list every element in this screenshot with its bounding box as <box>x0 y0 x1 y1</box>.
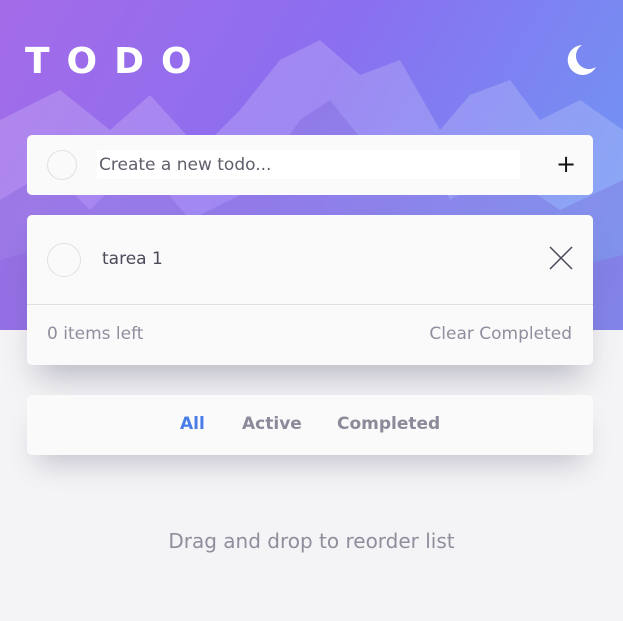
items-left-count: 0 items left <box>47 324 144 344</box>
todo-check-circle[interactable] <box>47 243 81 277</box>
moon-icon-graphic <box>567 45 596 75</box>
new-todo-card: + <box>27 135 593 195</box>
clear-completed-button[interactable]: Clear Completed <box>429 322 572 346</box>
filter-active[interactable]: Active <box>242 412 302 436</box>
todo-item-text: tarea 1 <box>102 249 163 269</box>
close-icon[interactable] <box>547 244 575 272</box>
filter-all[interactable]: All <box>180 412 205 436</box>
plus-icon[interactable]: + <box>553 151 579 177</box>
app-title: TODO <box>25 41 209 82</box>
new-todo-input[interactable] <box>97 150 520 179</box>
todo-item[interactable]: tarea 1 <box>27 215 593 305</box>
moon-icon[interactable] <box>562 42 598 78</box>
filter-completed[interactable]: Completed <box>337 412 440 436</box>
filter-card: All Active Completed <box>27 395 593 455</box>
filter-bar: All Active Completed <box>27 395 593 455</box>
todo-list-card: tarea 1 0 items left Clear Completed <box>27 215 593 365</box>
new-todo-check-circle <box>47 150 77 180</box>
close-icon-graphic <box>549 246 573 270</box>
reorder-hint: Drag and drop to reorder list <box>168 529 455 553</box>
